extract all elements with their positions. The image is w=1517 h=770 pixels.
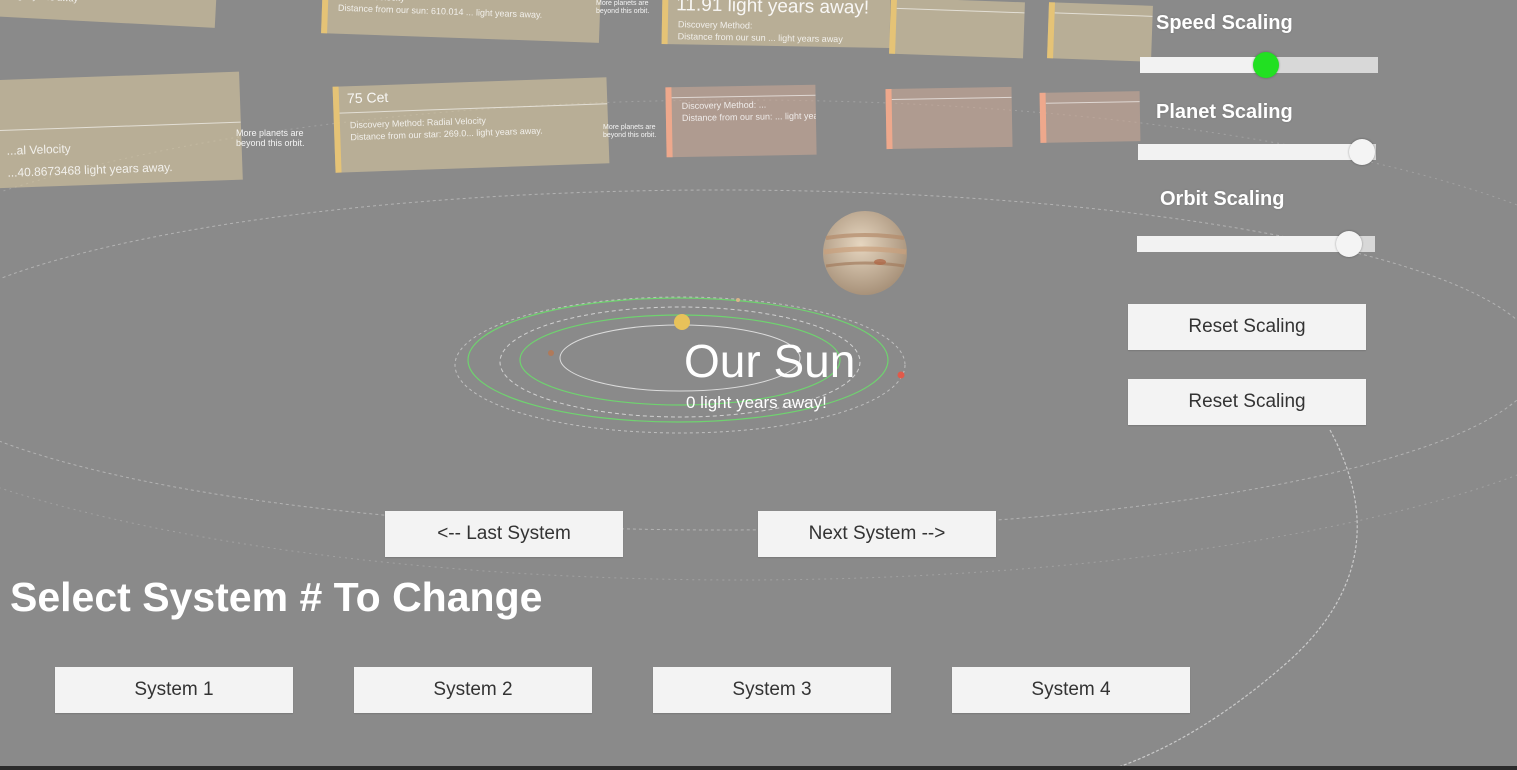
system-distance: 0 light years away! [686, 393, 827, 412]
last-system-button[interactable]: <-- Last System [385, 511, 623, 557]
info-card-6: ...al Velocity ...40.8673468 light years… [0, 71, 243, 189]
info-card-5 [1047, 2, 1153, 62]
card-divider [0, 121, 241, 132]
speed-scaling-label: Speed Scaling [1156, 12, 1293, 34]
info-card-10 [1039, 91, 1141, 143]
card-line: Distance from our sun: ... light years a… [681, 110, 817, 124]
reset-scaling-button-2[interactable]: Reset Scaling [1128, 379, 1366, 425]
planet-scaling-label: Planet Scaling [1156, 101, 1293, 123]
system-2-button[interactable]: System 2 [354, 667, 592, 713]
info-card-8: Discovery Method: ... Distance from our … [665, 84, 817, 158]
slider-fill [1140, 57, 1267, 73]
card-line: ...40.8673468 light years away. [7, 160, 173, 180]
slider-fill [1138, 144, 1362, 160]
planet-scaling-slider[interactable] [1138, 139, 1376, 165]
card-title [891, 87, 1011, 97]
orbit-scaling-slider[interactable] [1137, 231, 1375, 257]
card-divider [1045, 101, 1140, 104]
small-planet-brown [548, 350, 554, 356]
select-system-heading: Select System # To Change [10, 574, 543, 620]
card-line: ...light years away [0, 0, 216, 12]
info-card-4 [889, 0, 1025, 59]
card-title [1046, 91, 1140, 101]
small-planet-red [897, 371, 905, 379]
card-line: ...al Velocity [6, 141, 71, 158]
info-card-9 [885, 86, 1013, 150]
slider-handle[interactable] [1253, 52, 1280, 78]
bottom-border [0, 766, 1517, 770]
card-divider [891, 96, 1012, 100]
info-card-7: 75 Cet Discovery Method: Radial Velocity… [332, 77, 610, 173]
card-line: Distance from our sun ... light years aw… [677, 31, 843, 45]
system-name: Our Sun [684, 335, 856, 387]
speed-scaling-slider[interactable] [1140, 52, 1378, 78]
more-planets-note: More planets are beyond this orbit. [236, 128, 305, 148]
slider-handle[interactable] [1335, 231, 1362, 257]
slider-handle[interactable] [1348, 139, 1375, 165]
next-system-button[interactable]: Next System --> [758, 511, 996, 557]
reset-scaling-button[interactable]: Reset Scaling [1128, 304, 1366, 350]
system-3-button[interactable]: System 3 [653, 667, 891, 713]
system-1-button[interactable]: System 1 [55, 667, 293, 713]
outer-orbit-3 [1109, 429, 1358, 770]
sun-body [674, 314, 690, 330]
info-card-3: 11.91 light years away! Discovery Method… [661, 0, 891, 48]
more-planets-note: More planets are beyond this orbit. [596, 0, 650, 15]
system-4-button[interactable]: System 4 [952, 667, 1190, 713]
more-planets-note: More planets are beyond this orbit. [603, 124, 657, 139]
orbit-scaling-label: Orbit Scaling [1160, 188, 1285, 210]
jupiter-planet [823, 211, 907, 295]
slider-fill [1137, 236, 1349, 252]
small-planet-tan [736, 298, 740, 302]
card-title [671, 85, 815, 96]
